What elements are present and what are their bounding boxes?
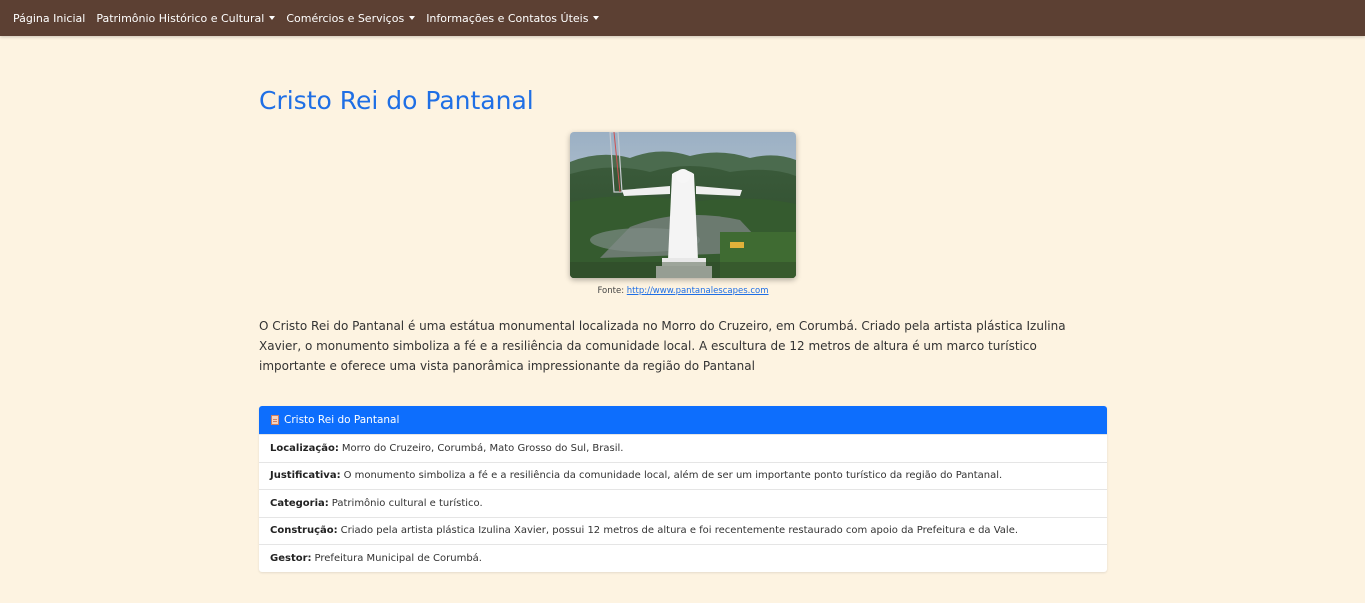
row-label: Justificativa: xyxy=(270,470,341,482)
info-row-manager: Gestor: Prefeitura Municipal de Corumbá. xyxy=(259,544,1107,572)
nav-heritage-dropdown[interactable]: Patrimônio Histórico e Cultural xyxy=(96,11,276,25)
nav-info-label: Informações e Contatos Úteis xyxy=(426,11,589,25)
row-label: Construção: xyxy=(270,525,338,537)
card-header-title: Cristo Rei do Pantanal xyxy=(284,414,400,426)
nav-home-label: Página Inicial xyxy=(13,11,86,25)
caret-down-icon xyxy=(409,16,416,20)
image-caption: Fonte: http://www.pantanalescapes.com xyxy=(259,286,1107,296)
row-value: Prefeitura Municipal de Corumbá. xyxy=(314,552,482,564)
info-row-justification: Justificativa: O monumento simboliza a f… xyxy=(259,461,1107,490)
top-navbar: Página Inicial Patrimônio Histórico e Cu… xyxy=(0,0,1365,36)
row-value: Morro do Cruzeiro, Corumbá, Mato Grosso … xyxy=(341,442,624,454)
nav-commerce-label: Comércios e Serviços xyxy=(286,11,405,25)
row-value: O monumento simboliza a fé e a resiliênc… xyxy=(343,470,1003,482)
nav-info-dropdown[interactable]: Informações e Contatos Úteis xyxy=(426,11,600,25)
info-row-construction: Construção: Criado pela artista plástica… xyxy=(259,516,1107,545)
row-value: Criado pela artista plástica Izulina Xav… xyxy=(340,525,1019,537)
caption-source-link[interactable]: http://www.pantanalescapes.com xyxy=(627,286,769,296)
info-card: Cristo Rei do Pantanal Localização: Morr… xyxy=(259,406,1107,572)
info-row-category: Categoria: Patrimônio cultural e turísti… xyxy=(259,489,1107,517)
monument-photo xyxy=(570,132,796,278)
row-label: Categoria: xyxy=(270,497,329,509)
info-row-location: Localização: Morro do Cruzeiro, Corumbá,… xyxy=(259,434,1107,462)
nav-commerce-dropdown[interactable]: Comércios e Serviços xyxy=(286,11,416,25)
nav-home-link[interactable]: Página Inicial xyxy=(13,12,85,25)
document-icon xyxy=(271,415,279,425)
nav-heritage-label: Patrimônio Histórico e Cultural xyxy=(96,11,265,25)
row-label: Gestor: xyxy=(270,552,312,564)
row-value: Patrimônio cultural e turístico. xyxy=(331,497,483,509)
caption-prefix: Fonte: xyxy=(597,286,625,296)
caret-down-icon xyxy=(269,16,276,20)
caret-down-icon xyxy=(593,16,600,20)
card-header: Cristo Rei do Pantanal xyxy=(259,406,1107,434)
monument-description: O Cristo Rei do Pantanal é uma estátua m… xyxy=(259,319,1066,373)
row-label: Localização: xyxy=(270,442,339,454)
page-title: Cristo Rei do Pantanal xyxy=(259,86,534,115)
